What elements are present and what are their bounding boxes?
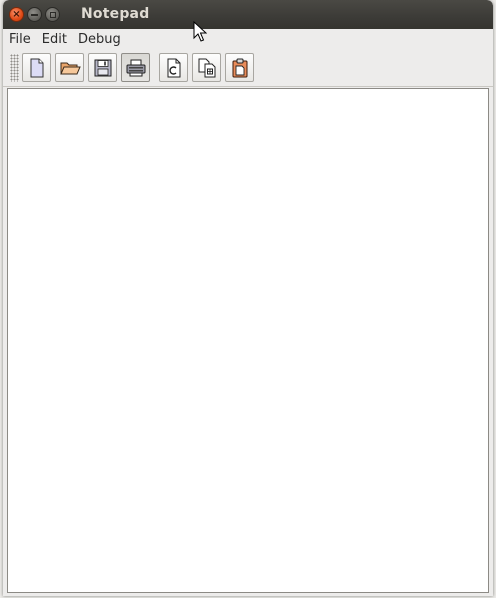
window-title: Notepad [81, 6, 150, 22]
print-icon [126, 59, 145, 76]
toolbar [3, 50, 493, 87]
print-button[interactable] [121, 53, 150, 82]
new-file-icon [30, 58, 43, 77]
toolbar-grip-handle[interactable] [10, 54, 19, 82]
open-button[interactable] [55, 53, 84, 82]
menu-bar: File Edit Debug [3, 29, 493, 50]
paste-button[interactable] [225, 53, 254, 82]
minimize-icon [31, 14, 38, 16]
maximize-icon [49, 11, 56, 18]
menu-edit[interactable]: Edit [37, 29, 73, 50]
maximize-button[interactable] [45, 7, 60, 22]
copy-icon [198, 58, 215, 77]
notepad-window: × Notepad File Edit Debug [3, 0, 493, 596]
close-button[interactable]: × [9, 7, 24, 22]
minimize-button[interactable] [27, 7, 42, 22]
menu-debug[interactable]: Debug [73, 29, 127, 50]
cut-button[interactable] [159, 53, 188, 82]
cut-icon [167, 58, 180, 77]
paste-icon [232, 58, 247, 77]
title-bar[interactable]: × Notepad [3, 0, 493, 29]
text-editor-area[interactable] [8, 89, 488, 592]
new-file-button[interactable] [22, 53, 51, 82]
close-icon: × [12, 8, 21, 20]
open-folder-icon [59, 62, 81, 74]
menu-file[interactable]: File [3, 29, 37, 50]
save-button[interactable] [88, 53, 117, 82]
save-disk-icon [94, 59, 111, 76]
copy-button[interactable] [192, 53, 221, 82]
mouse-pointer-icon [193, 21, 207, 42]
editor-scroll-pane [7, 88, 489, 593]
